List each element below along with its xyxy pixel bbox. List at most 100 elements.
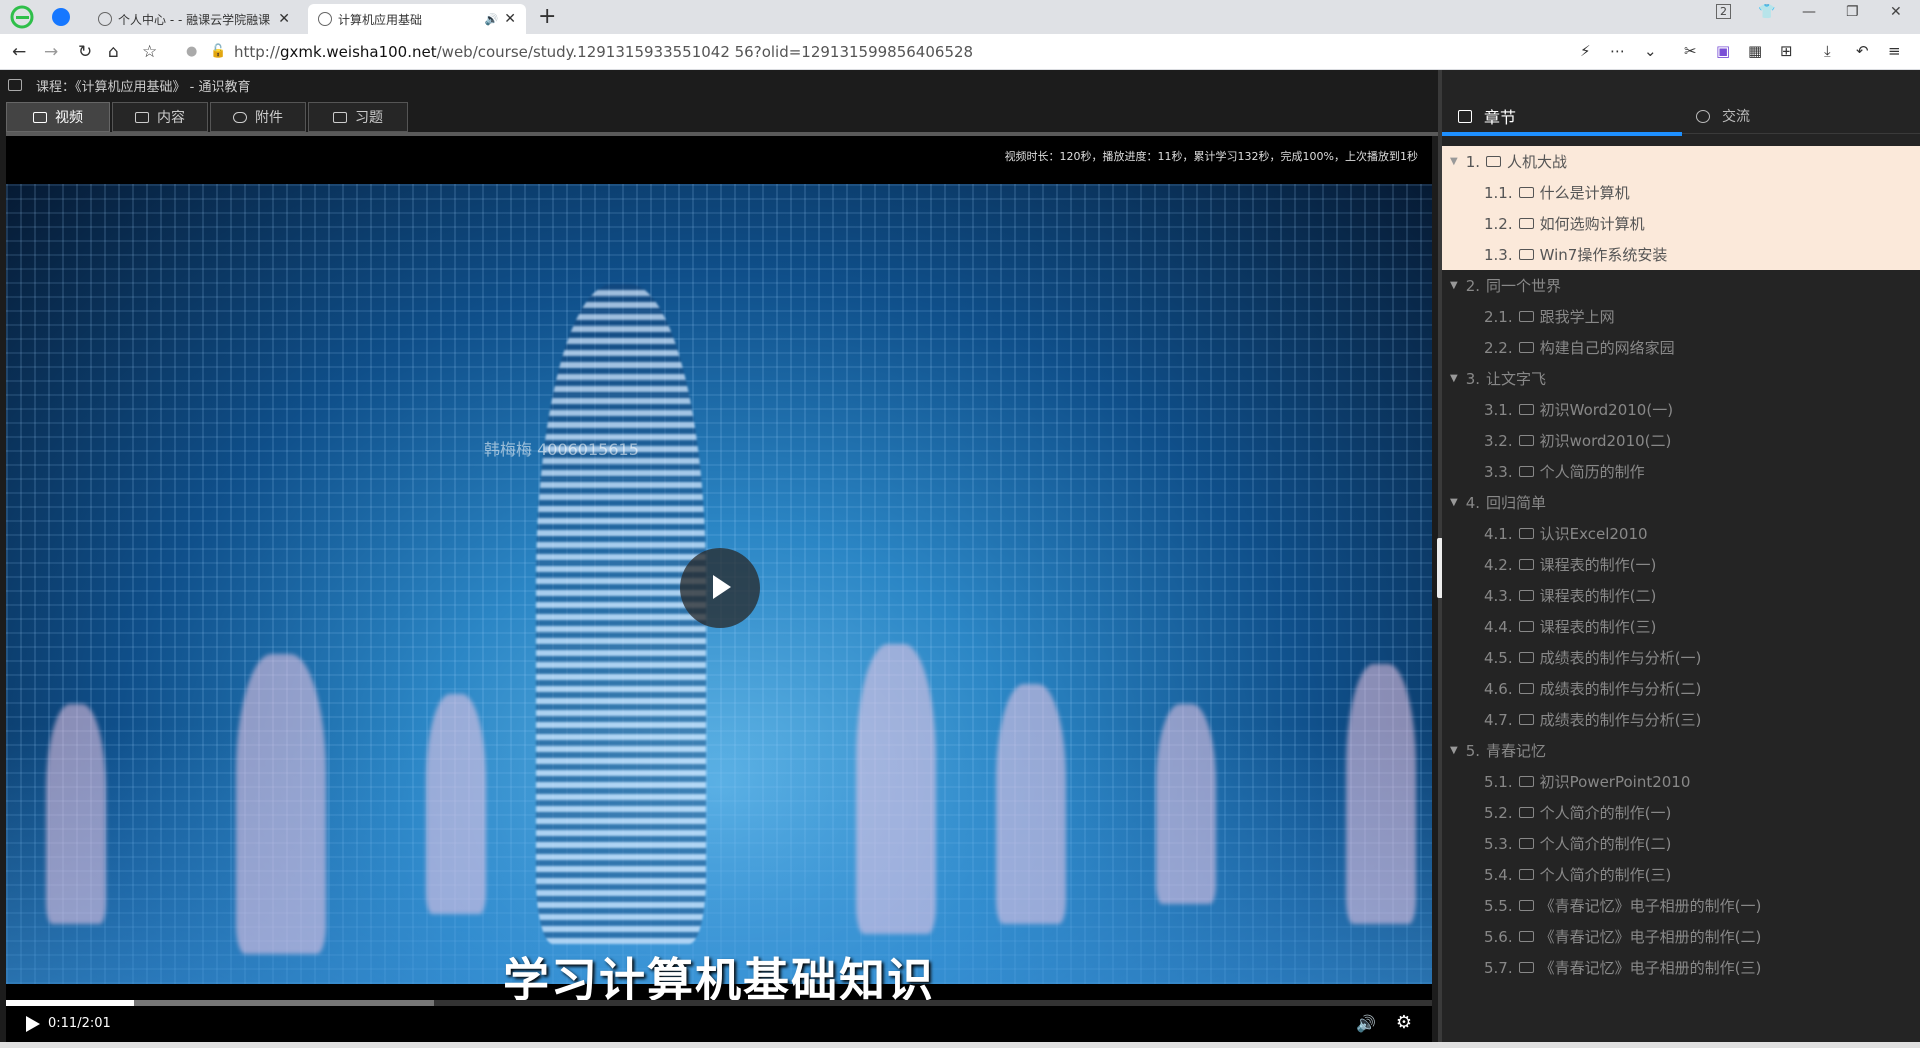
- lesson-item[interactable]: 5.1. 初识PowerPoint2010: [1442, 766, 1920, 797]
- browser-logo-icon[interactable]: [10, 5, 34, 29]
- lesson-item[interactable]: 4.3. 课程表的制作(二): [1442, 580, 1920, 611]
- lesson-item[interactable]: 4.2. 课程表的制作(一): [1442, 549, 1920, 580]
- lesson-item[interactable]: 1.2. 如何选购计算机: [1442, 208, 1920, 239]
- download-icon[interactable]: ⤓: [1824, 42, 1831, 60]
- lesson-item[interactable]: 5.6. 《青春记忆》电子相册的制作(二): [1442, 921, 1920, 952]
- extension-icon[interactable]: ▣: [1716, 42, 1730, 60]
- tab-discussion[interactable]: 交流: [1696, 106, 1750, 126]
- close-tab-icon[interactable]: ✕: [504, 11, 516, 27]
- lesson-item[interactable]: 5.3. 个人简介的制作(二): [1442, 828, 1920, 859]
- lesson-item[interactable]: 3.3. 个人简历的制作: [1442, 456, 1920, 487]
- lesson-item[interactable]: 2.2. 构建自己的网络家园: [1442, 332, 1920, 363]
- lesson-number: 4.3.: [1484, 586, 1513, 605]
- lesson-number: 3.3.: [1484, 462, 1513, 481]
- new-tab-button[interactable]: +: [538, 4, 556, 29]
- close-window-icon[interactable]: ✕: [1890, 4, 1902, 20]
- tab-content[interactable]: 内容: [112, 102, 208, 132]
- lesson-item[interactable]: 3.1. 初识Word2010(一): [1442, 394, 1920, 425]
- lesson-item[interactable]: 1.3. Win7操作系统安装: [1442, 239, 1920, 270]
- insecure-lock-icon[interactable]: 🔓: [210, 44, 226, 59]
- url-path: /web/course/study.1291315933551042 56?ol…: [436, 43, 974, 61]
- caret-down-icon[interactable]: ▼: [1450, 745, 1458, 756]
- lesson-title: 认识Excel2010: [1539, 525, 1648, 543]
- video-icon: [1518, 807, 1534, 818]
- big-play-button[interactable]: [680, 548, 760, 628]
- chapter-title: 让文字飞: [1486, 370, 1547, 388]
- lesson-item[interactable]: 5.2. 个人简介的制作(一): [1442, 797, 1920, 828]
- gear-icon[interactable]: ⚙: [1396, 1012, 1412, 1033]
- undo-icon[interactable]: ↶: [1856, 42, 1869, 60]
- restore-icon[interactable]: ❐: [1846, 4, 1859, 20]
- reload-icon[interactable]: ↻: [78, 42, 92, 62]
- volume-icon[interactable]: 🔊: [1356, 1014, 1376, 1033]
- browser-tab-course[interactable]: 计算机应用基础 🔊 ✕: [308, 4, 526, 34]
- lightning-icon[interactable]: ⚡: [1580, 42, 1591, 60]
- qr-code-icon[interactable]: ▦: [1748, 42, 1762, 60]
- speaker-icon[interactable]: 🔊: [485, 13, 499, 26]
- caret-down-icon[interactable]: ▼: [1450, 373, 1458, 384]
- lesson-title: 《青春记忆》电子相册的制作(一): [1539, 897, 1762, 915]
- apps-grid-icon[interactable]: ⊞: [1780, 42, 1793, 60]
- video-icon: [1518, 652, 1534, 663]
- lesson-item[interactable]: 4.7. 成绩表的制作与分析(三): [1442, 704, 1920, 735]
- lesson-item[interactable]: 5.4. 个人简介的制作(三): [1442, 859, 1920, 890]
- lesson-item[interactable]: 1.1. 什么是计算机: [1442, 177, 1920, 208]
- video-player[interactable]: 学习计算机基础知识 视频时长：120秒，播放进度：11秒，累计学习132秒，完成…: [6, 136, 1432, 1006]
- browser-tab-personal-center[interactable]: 个人中心 - - 融课云学院融课 ✕: [88, 4, 300, 34]
- caret-down-icon[interactable]: ▼: [1450, 497, 1458, 508]
- security-icon[interactable]: ●: [186, 44, 197, 59]
- lesson-item[interactable]: 4.6. 成绩表的制作与分析(二): [1442, 673, 1920, 704]
- url-field[interactable]: http://gxmk.weisha100.net/web/course/stu…: [234, 43, 973, 61]
- lesson-number: 2.1.: [1484, 307, 1513, 326]
- video-binary-figure: [536, 284, 706, 944]
- lesson-item[interactable]: 5.5. 《青春记忆》电子相册的制作(一): [1442, 890, 1920, 921]
- menu-icon[interactable]: ≡: [1888, 42, 1901, 60]
- more-dots-icon[interactable]: ⋯: [1610, 42, 1625, 60]
- video-figure: [996, 684, 1066, 924]
- back-icon[interactable]: ←: [12, 42, 26, 62]
- chapter-item[interactable]: ▼ 3. 让文字飞: [1442, 363, 1920, 394]
- scissors-icon[interactable]: ✂: [1684, 42, 1697, 60]
- tab-chapters[interactable]: 章节: [1458, 104, 1516, 128]
- tab-exercises[interactable]: 习题: [308, 102, 408, 132]
- address-bar: ← → ↻ ⌂ ☆ ● 🔓 http://gxmk.weisha100.net/…: [0, 34, 1920, 70]
- chapter-item[interactable]: ▼ 5. 青春记忆: [1442, 735, 1920, 766]
- chapter-item[interactable]: ▼ 4. 回归简单: [1442, 487, 1920, 518]
- pinned-tab-icon[interactable]: [52, 8, 70, 26]
- lesson-item[interactable]: 2.1. 跟我学上网: [1442, 301, 1920, 332]
- video-controls: 0:11/2:01 🔊 ⚙: [6, 1006, 1432, 1042]
- course-title: 课程：《计算机应用基础》 - 通识教育: [36, 79, 251, 95]
- tab-title: 计算机应用基础: [338, 12, 423, 27]
- tab-attachments[interactable]: 附件: [210, 102, 306, 132]
- lesson-item[interactable]: 5.7. 《青春记忆》电子相册的制作(三): [1442, 952, 1920, 983]
- video-icon: [1518, 776, 1534, 787]
- exercise-icon: [333, 111, 347, 123]
- lesson-item[interactable]: 4.4. 课程表的制作(三): [1442, 611, 1920, 642]
- close-tab-icon[interactable]: ✕: [278, 11, 290, 27]
- caret-down-icon[interactable]: ▼: [1450, 156, 1458, 167]
- video-icon: [1518, 249, 1534, 260]
- chapter-item[interactable]: ▼ 1. 人机大战: [1442, 146, 1920, 177]
- caret-down-icon[interactable]: ▼: [1450, 280, 1458, 291]
- play-icon[interactable]: [26, 1016, 40, 1032]
- chapter-number: 2.: [1465, 276, 1481, 295]
- chapter-number: 3.: [1465, 369, 1481, 388]
- minimize-icon[interactable]: —: [1802, 4, 1816, 20]
- lesson-item[interactable]: 3.2. 初识word2010(二): [1442, 425, 1920, 456]
- video-icon: [1518, 590, 1534, 601]
- shirt-icon[interactable]: 👕: [1758, 4, 1775, 20]
- tab-video[interactable]: 视频: [6, 102, 110, 132]
- tab-count-badge[interactable]: 2: [1716, 4, 1731, 19]
- lesson-number: 5.7.: [1484, 958, 1513, 977]
- lesson-number: 1.1.: [1484, 183, 1513, 202]
- home-icon[interactable]: ⌂: [108, 42, 119, 62]
- lesson-item[interactable]: 4.1. 认识Excel2010: [1442, 518, 1920, 549]
- lesson-number: 4.5.: [1484, 648, 1513, 667]
- chevron-down-icon[interactable]: ⌄: [1644, 42, 1657, 60]
- favorites-icon[interactable]: ☆: [142, 42, 157, 62]
- chapter-item[interactable]: ▼ 2. 同一个世界: [1442, 270, 1920, 301]
- lesson-item[interactable]: 4.5. 成绩表的制作与分析(一): [1442, 642, 1920, 673]
- forward-icon[interactable]: →: [44, 42, 58, 62]
- video-icon: [1518, 838, 1534, 849]
- lesson-title: 初识Word2010(一): [1539, 401, 1674, 419]
